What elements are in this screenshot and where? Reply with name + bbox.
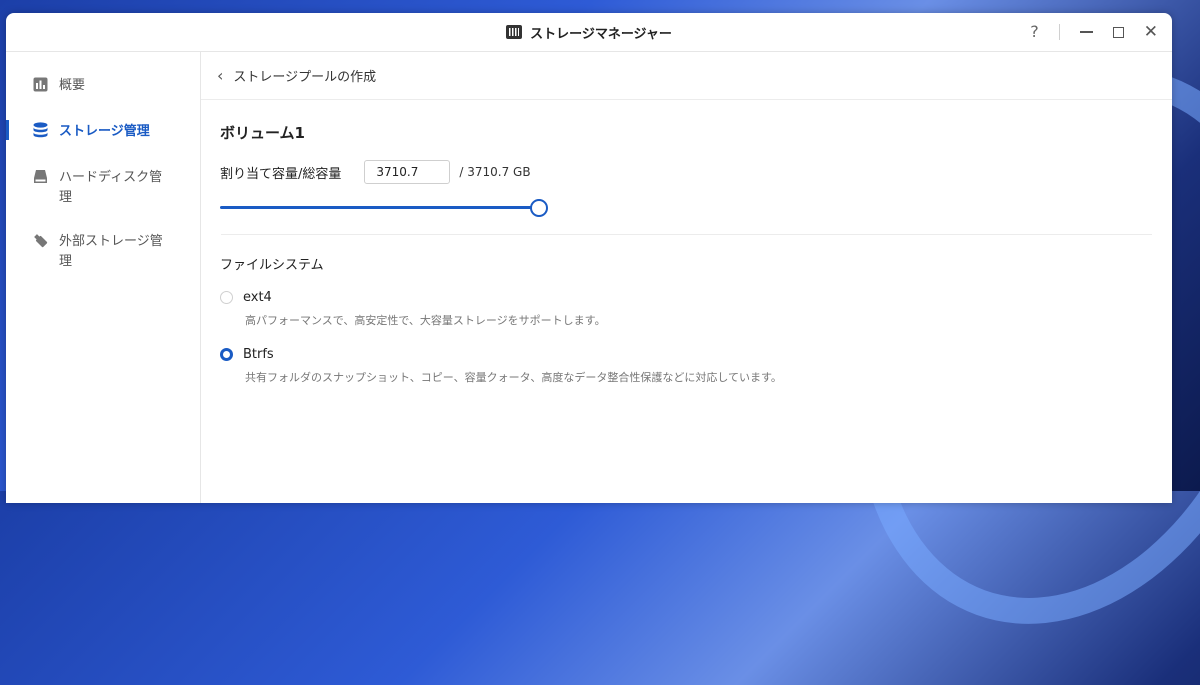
chart-icon — [32, 76, 48, 92]
hard-disk-icon — [32, 168, 48, 184]
close-button[interactable]: ✕ — [1144, 23, 1158, 41]
sidebar-item-external-storage[interactable]: 外部ストレージ管理 — [6, 232, 200, 272]
main-content: ‹ ストレージプールの作成 ボリューム1 割り当て容量/総容量 / 3710.7… — [201, 52, 1172, 503]
breadcrumb: ‹ ストレージプールの作成 — [201, 52, 1172, 100]
breadcrumb-title: ストレージプールの作成 — [233, 70, 377, 85]
help-button[interactable]: ? — [1030, 24, 1039, 40]
filesystem-title: ファイルシステム — [220, 258, 324, 273]
sidebar-item-hard-disk[interactable]: ハードディスク管理 — [6, 168, 200, 208]
ext4-description: 高パフォーマンスで、高安定性で、大容量ストレージをサポートします。 — [245, 314, 606, 327]
radio-label-ext4: ext4 — [243, 290, 272, 305]
sidebar-item-overview[interactable]: 概要 — [6, 76, 200, 96]
title-bar: ストレージマネージャー ? ✕ — [6, 13, 1172, 52]
sidebar-item-label: 外部ストレージ管理 — [59, 234, 163, 269]
allocation-label: 割り当て容量/総容量 — [220, 166, 342, 182]
radio-option-btrfs[interactable]: Btrfs — [220, 347, 1172, 362]
volume-title: ボリューム1 — [220, 124, 305, 142]
window-controls: ? ✕ — [1030, 13, 1158, 51]
sidebar: 概要 ストレージ管理 ハードディスク管理 外部ストレージ管理 — [6, 52, 201, 503]
slider-thumb[interactable] — [530, 199, 548, 217]
allocation-slider[interactable] — [220, 198, 548, 217]
sidebar-item-label: 概要 — [59, 78, 86, 93]
radio-label-btrfs: Btrfs — [243, 347, 274, 362]
volume-section: ボリューム1 割り当て容量/総容量 / 3710.7 GB — [201, 122, 1172, 217]
storage-manager-window: ストレージマネージャー ? ✕ 概要 ストレージ管理 ハードディスク管理 外部ス… — [6, 13, 1172, 503]
sidebar-item-label: ハードディスク管理 — [59, 170, 163, 205]
allocation-row: 割り当て容量/総容量 / 3710.7 GB — [220, 160, 1172, 184]
filesystem-section: ファイルシステム ext4 高パフォーマンスで、高安定性で、大容量ストレージをサ… — [201, 254, 1172, 385]
sidebar-item-label: ストレージ管理 — [59, 124, 150, 139]
storage-manager-app-icon — [506, 25, 523, 39]
btrfs-description: 共有フォルダのスナップショット、コピー、容量クォータ、高度なデータ整合性保護など… — [245, 371, 782, 384]
back-chevron-icon[interactable]: ‹ — [217, 66, 223, 85]
allocation-input[interactable] — [364, 160, 451, 184]
minimize-button[interactable] — [1079, 31, 1093, 33]
slider-track — [220, 206, 538, 209]
window-title: ストレージマネージャー — [530, 26, 672, 42]
maximize-button[interactable] — [1112, 26, 1124, 38]
radio-button-btrfs[interactable] — [220, 348, 233, 361]
database-icon — [32, 122, 48, 138]
radio-option-ext4[interactable]: ext4 — [220, 290, 1172, 305]
total-capacity-text: / 3710.7 GB — [459, 165, 531, 179]
radio-button-ext4[interactable] — [220, 291, 233, 304]
section-divider — [221, 234, 1152, 235]
window-title-group: ストレージマネージャー — [506, 23, 672, 42]
usb-drive-icon — [32, 232, 48, 248]
sidebar-item-storage[interactable]: ストレージ管理 — [6, 120, 200, 142]
controls-divider — [1058, 24, 1060, 40]
